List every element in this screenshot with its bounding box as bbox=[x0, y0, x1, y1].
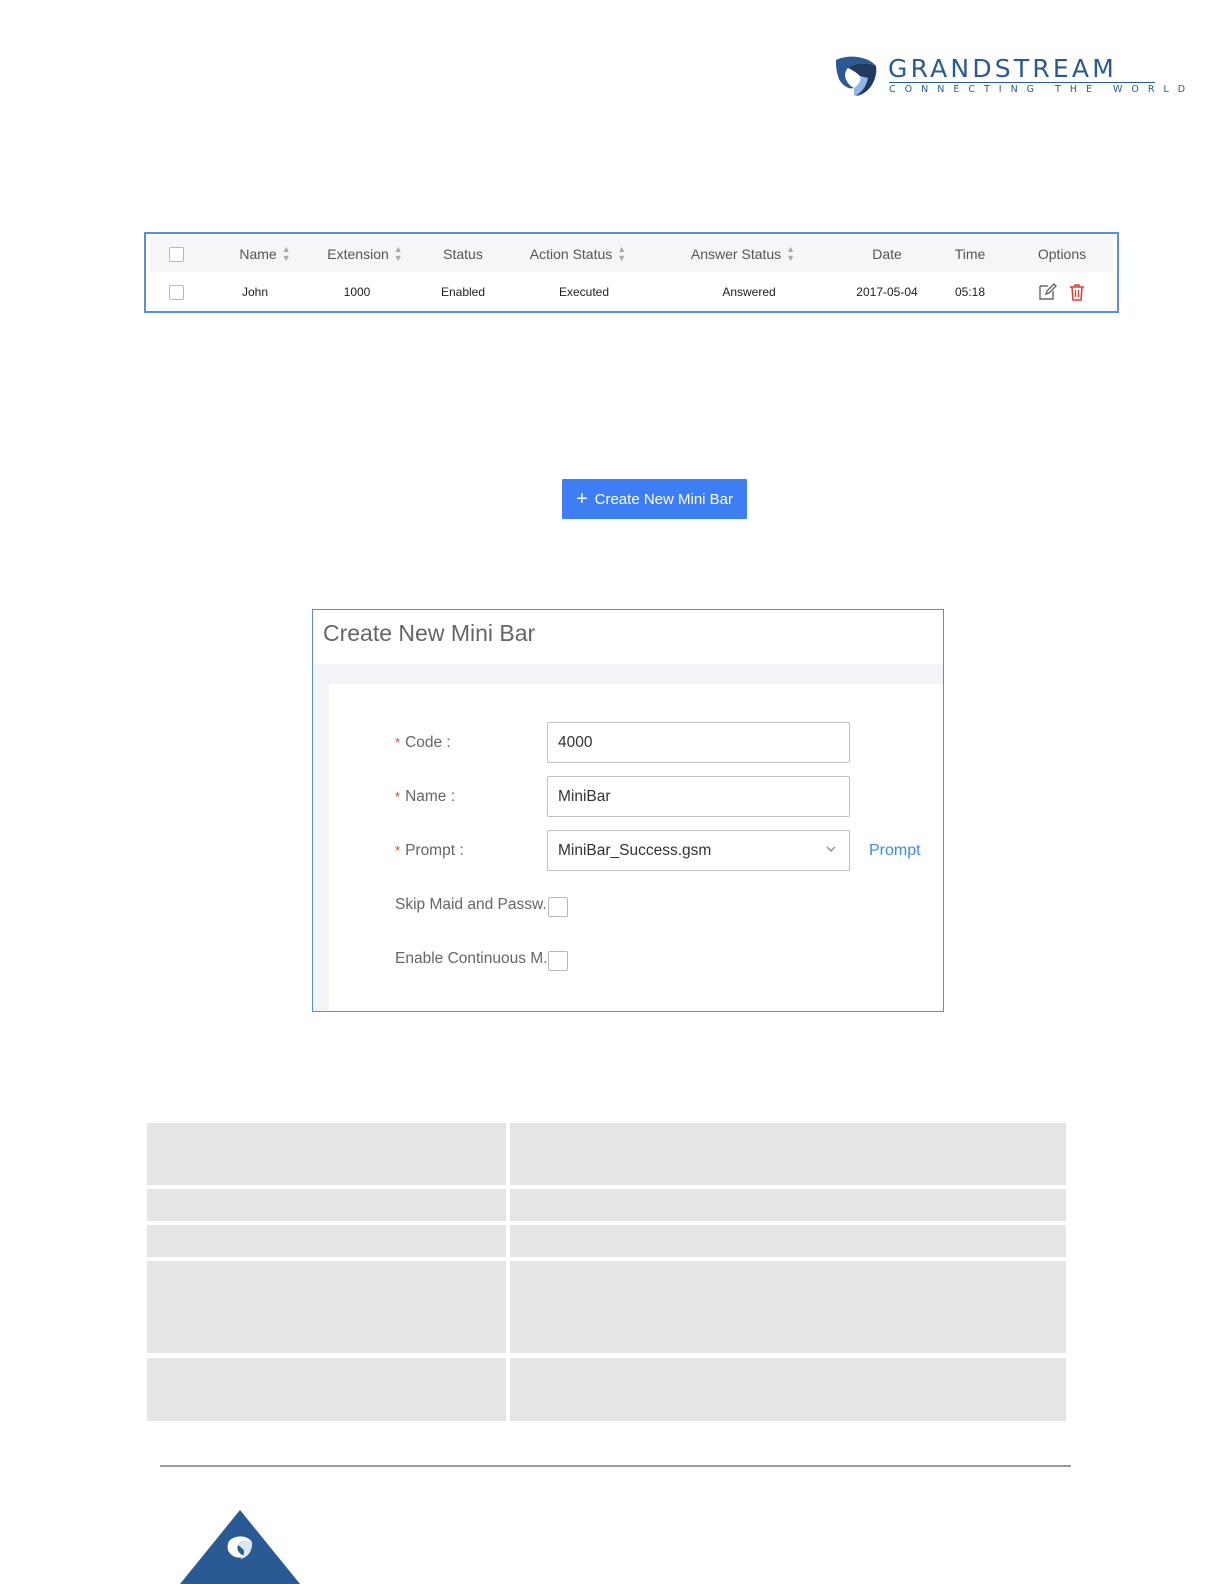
prompt-link[interactable]: Prompt bbox=[869, 842, 921, 860]
column-action-status-label: Action Status bbox=[529, 246, 613, 262]
column-header-extension[interactable]: Extension ▲ ▼ bbox=[310, 236, 420, 272]
name-input[interactable]: MiniBar bbox=[547, 776, 850, 817]
row-select-cell bbox=[164, 274, 188, 310]
grandstream-logo-icon bbox=[836, 56, 877, 96]
dialog-header-divider bbox=[313, 664, 943, 684]
required-marker: * bbox=[395, 789, 401, 804]
record-table: Name ▲ ▼ Extension ▲ ▼ Status Action Status ▲… bbox=[144, 232, 1119, 313]
table-cell bbox=[147, 1261, 506, 1353]
column-header-action-status[interactable]: Action Status ▲ ▼ bbox=[518, 236, 638, 272]
prompt-label-text: Prompt : bbox=[405, 842, 464, 859]
column-time-label: Time bbox=[954, 246, 986, 262]
footer-divider bbox=[160, 1465, 1071, 1467]
skip-maid-checkbox[interactable] bbox=[548, 897, 568, 917]
column-answer-status-label: Answer Status bbox=[690, 246, 782, 262]
dialog-left-gutter bbox=[313, 664, 329, 1011]
table-cell bbox=[510, 1123, 1066, 1185]
table-cell bbox=[510, 1261, 1066, 1353]
continuous-label: Enable Continuous M... bbox=[395, 950, 557, 967]
skip-maid-label: Skip Maid and Passw... bbox=[395, 896, 556, 913]
grandstream-logo: GRANDSTREAM CONNECTING THE WORLD bbox=[832, 52, 1185, 100]
cell-action-status: Executed bbox=[558, 285, 610, 299]
chevron-down-icon bbox=[826, 846, 836, 852]
select-all-checkbox[interactable] bbox=[168, 246, 184, 262]
description-table bbox=[147, 1123, 1066, 1421]
table-cell bbox=[510, 1189, 1066, 1221]
column-header-options: Options bbox=[1022, 236, 1102, 272]
code-value: 4000 bbox=[558, 733, 593, 751]
table-cell bbox=[147, 1123, 506, 1185]
sort-icon[interactable]: ▲ ▼ bbox=[617, 245, 626, 263]
table-row: John 1000 Enabled Executed Answered 2017… bbox=[150, 274, 1113, 310]
column-header-answer-status[interactable]: Answer Status ▲ ▼ bbox=[678, 236, 808, 272]
cell-date: 2017-05-04 bbox=[856, 285, 918, 299]
name-value: MiniBar bbox=[558, 787, 611, 805]
sort-icon[interactable]: ▲ ▼ bbox=[394, 245, 403, 263]
column-header-date: Date bbox=[842, 236, 932, 272]
table-cell bbox=[147, 1358, 506, 1421]
continuous-checkbox[interactable] bbox=[548, 951, 568, 971]
cell-name: John bbox=[241, 285, 269, 299]
name-label: * Name : bbox=[395, 788, 455, 806]
prompt-value: MiniBar_Success.gsm bbox=[558, 841, 712, 859]
dialog-title: Create New Mini Bar bbox=[323, 620, 536, 646]
create-new-mini-bar-button[interactable]: + Create New Mini Bar bbox=[562, 479, 747, 519]
column-header-status: Status bbox=[408, 236, 518, 272]
column-date-label: Date bbox=[872, 246, 902, 262]
plus-icon: + bbox=[575, 488, 588, 510]
code-input[interactable]: 4000 bbox=[547, 722, 850, 763]
cell-answer-status: Answered bbox=[722, 285, 776, 299]
table-cell bbox=[510, 1358, 1066, 1421]
brand-name: GRANDSTREAM bbox=[888, 54, 1117, 83]
brand-rule bbox=[889, 82, 1155, 83]
grandstream-logo-icon bbox=[180, 1510, 300, 1584]
code-label-text: Code : bbox=[405, 734, 451, 751]
code-label: * Code : bbox=[395, 734, 451, 752]
cell-extension: 1000 bbox=[343, 285, 371, 299]
table-cell bbox=[147, 1225, 506, 1257]
edit-icon[interactable] bbox=[1037, 282, 1057, 302]
select-all-cell bbox=[164, 236, 188, 272]
row-checkbox[interactable] bbox=[168, 284, 184, 300]
column-status-label: Status bbox=[443, 246, 483, 262]
create-button-label: Create New Mini Bar bbox=[594, 490, 734, 508]
column-name-label: Name bbox=[239, 246, 277, 262]
cell-status: Enabled bbox=[440, 285, 486, 299]
column-header-name[interactable]: Name ▲ ▼ bbox=[210, 236, 320, 272]
cell-options bbox=[1022, 274, 1102, 310]
brand-tagline: CONNECTING THE WORLD bbox=[889, 84, 1195, 95]
name-label-text: Name : bbox=[405, 788, 456, 805]
column-extension-label: Extension bbox=[327, 246, 389, 262]
trash-icon[interactable] bbox=[1067, 282, 1087, 302]
required-marker: * bbox=[395, 735, 401, 750]
cell-time: 05:18 bbox=[954, 285, 986, 299]
table-cell bbox=[510, 1225, 1066, 1257]
sort-icon[interactable]: ▲ ▼ bbox=[282, 245, 291, 263]
column-options-label: Options bbox=[1037, 246, 1087, 262]
create-mini-bar-dialog: Create New Mini Bar * Code : 4000 * Name :… bbox=[312, 609, 944, 1012]
prompt-label: * Prompt : bbox=[395, 842, 464, 860]
table-cell bbox=[147, 1189, 506, 1221]
required-marker: * bbox=[395, 843, 401, 858]
sort-icon[interactable]: ▲ ▼ bbox=[786, 245, 795, 263]
table-header: Name ▲ ▼ Extension ▲ ▼ Status Action Status ▲… bbox=[150, 236, 1113, 272]
prompt-select[interactable]: MiniBar_Success.gsm bbox=[547, 830, 850, 871]
column-header-time: Time bbox=[940, 236, 1000, 272]
